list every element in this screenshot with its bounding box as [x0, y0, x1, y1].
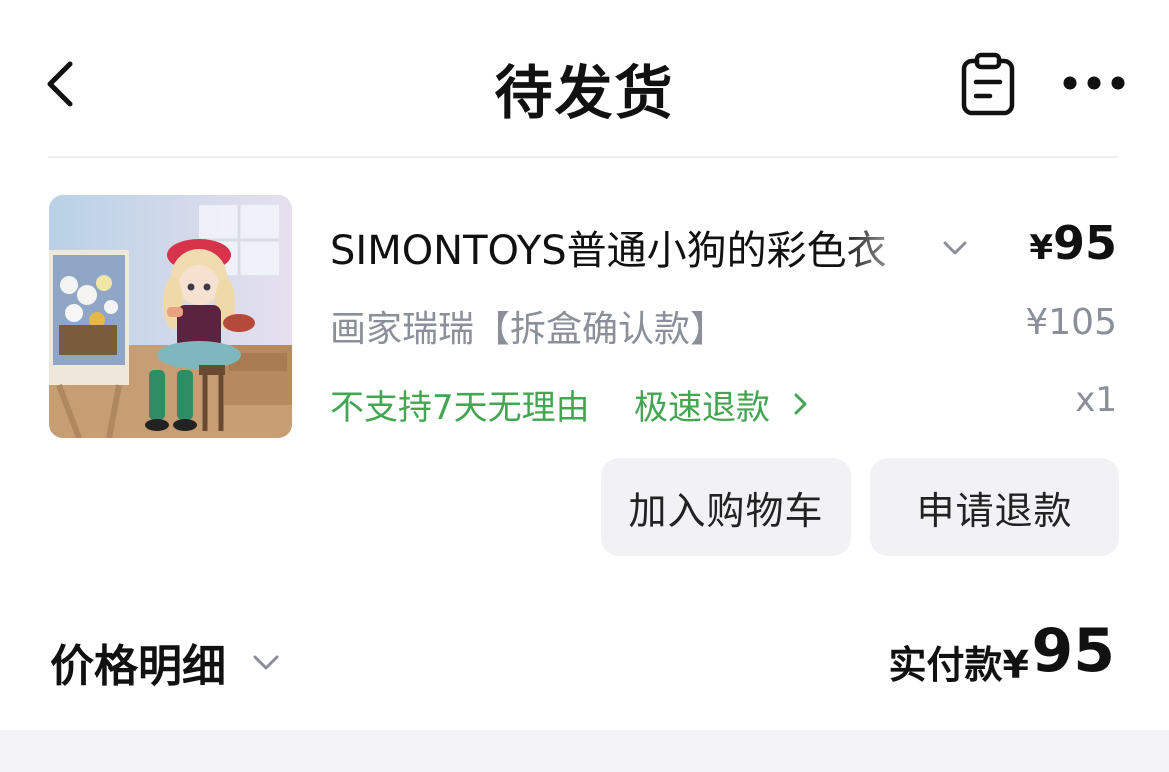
clipboard-icon[interactable]	[958, 52, 1018, 116]
product-name[interactable]: SIMONTOYS普通小狗的彩色衣	[330, 218, 930, 274]
total-paid-text: 实付款	[888, 643, 1003, 687]
doll-painter-illustration	[49, 195, 292, 438]
chevron-right-icon[interactable]	[792, 390, 810, 418]
request-refund-button[interactable]: 申请退款	[870, 458, 1119, 556]
order-detail-page: 待发货 SIMONTOYS普通小狗的彩色衣 ¥95 画家瑞瑞【拆盒确认款】 ¥1…	[0, 0, 1169, 772]
chevron-down-icon[interactable]	[250, 652, 282, 674]
more-horizontal-icon[interactable]	[1060, 72, 1128, 94]
chevron-down-icon[interactable]	[940, 238, 970, 258]
currency-symbol: ¥	[1029, 228, 1053, 268]
current-price: ¥95	[1029, 216, 1117, 270]
product-variant: 画家瑞瑞【拆盒确认款】	[330, 309, 727, 350]
header-divider	[48, 156, 1119, 158]
total-paid-label: 实付款¥	[889, 634, 1029, 689]
return-policy-note: 不支持7天无理由	[330, 388, 590, 428]
total-paid-amount: 95	[1031, 616, 1116, 686]
quantity: x1	[1075, 380, 1117, 420]
add-to-cart-button[interactable]: 加入购物车	[601, 458, 851, 556]
current-price-value: 95	[1052, 216, 1117, 270]
section-separator	[0, 730, 1169, 772]
total-currency-symbol: ¥	[1002, 643, 1029, 687]
original-price: ¥105	[1025, 302, 1117, 343]
product-image[interactable]	[49, 195, 292, 438]
fast-refund-link[interactable]: 极速退款	[634, 380, 770, 429]
price-detail-toggle[interactable]: 价格明细	[50, 630, 226, 694]
